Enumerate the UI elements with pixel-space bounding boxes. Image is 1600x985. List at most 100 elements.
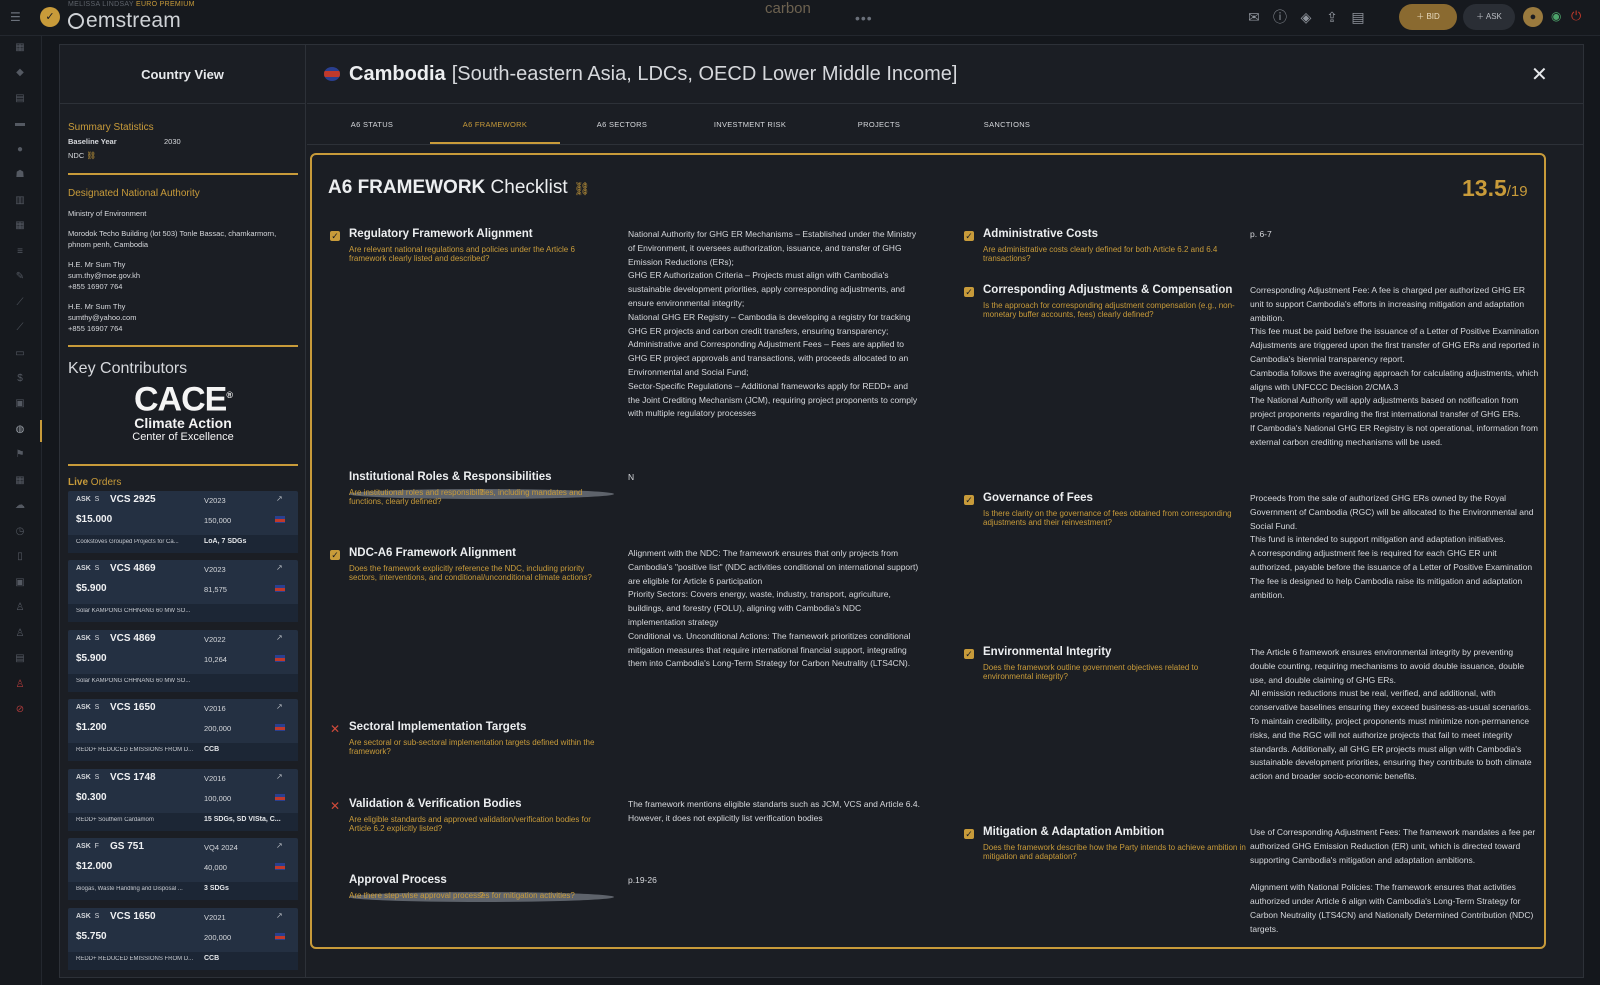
item-answer: p. 6-7	[1250, 229, 1272, 239]
dollar-icon[interactable]: $	[11, 373, 29, 387]
users-icon[interactable]: ☗	[11, 169, 29, 183]
connection-icon: ◉	[1551, 9, 1562, 23]
more-dots-icon[interactable]: •••	[855, 10, 873, 26]
folder-icon[interactable]: ▬	[11, 118, 29, 132]
order-card[interactable]: ASK S VCS 4869 V2022 ↗ $5.900 10,264 Solar KAM…	[68, 630, 298, 692]
runner-icon[interactable]: ♙	[11, 628, 29, 642]
order-side: ASK S	[76, 913, 99, 920]
order-trend-icon[interactable]: ↗	[276, 772, 283, 781]
tab-investment-risk[interactable]: INVESTMENT RISK	[685, 120, 815, 129]
trend-icon[interactable]: ⟋	[11, 322, 29, 336]
order-card[interactable]: ASK S VCS 4869 V2023 ↗ $5.900 81,575 Solar KAM…	[68, 560, 298, 622]
order-code: GS 751	[110, 841, 144, 852]
tab-a6-status[interactable]: A6 STATUS	[307, 120, 437, 129]
cloud-icon[interactable]: ☁	[11, 500, 29, 514]
order-side: ASK S	[76, 704, 99, 711]
upload-icon[interactable]: ⇪	[1323, 8, 1341, 26]
contact-email[interactable]: sum.thy@moe.gov.kh	[68, 270, 298, 281]
item-question: Are institutional roles and responsibili…	[349, 488, 583, 506]
brand-logo[interactable]: emstream	[68, 9, 181, 33]
report-icon[interactable]: ▣	[11, 398, 29, 412]
order-trend-icon[interactable]: ↗	[276, 702, 283, 711]
runner-red-icon[interactable]: ♙	[11, 679, 29, 693]
link-icon[interactable]: ⛓	[574, 181, 591, 196]
tab-a6-sectors[interactable]: A6 SECTORS	[557, 120, 687, 129]
order-code: VCS 2925	[110, 494, 156, 505]
order-tags: 3 SDGs	[204, 885, 229, 892]
order-price: $12.000	[76, 861, 113, 872]
order-ask: ASK	[76, 635, 91, 642]
order-card[interactable]: ASK S VCS 1650 V2021 ↗ $5.750 200,000 REDD+ RE…	[68, 908, 298, 970]
tab-sanctions[interactable]: SANCTIONS	[942, 120, 1072, 129]
inbox-icon[interactable]: ✉	[1245, 8, 1263, 26]
briefcase-icon[interactable]: ▭	[11, 348, 29, 362]
order-tags: 15 SDGs, SD VISta, C...	[204, 816, 281, 823]
item-question: Is the approach for corresponding adjust…	[983, 301, 1235, 319]
grid-icon[interactable]: ▦	[11, 42, 29, 56]
tag-icon[interactable]: ◆	[11, 67, 29, 81]
order-card[interactable]: ASK S VCS 2925 V2023 ↗ $15.000 150,000 Cooksto…	[68, 491, 298, 553]
order-trend-icon[interactable]: ↗	[276, 494, 283, 503]
country-view-modal: Country View Summary Statistics Baseline…	[59, 44, 1584, 978]
order-card[interactable]: ASK S VCS 1748 V2016 ↗ $0.300 100,000 REDD+ So…	[68, 769, 298, 831]
clipboard-icon[interactable]: ▤	[1349, 8, 1367, 26]
clock-icon[interactable]: ◷	[11, 526, 29, 540]
dna-contact-1: H.E. Mr Sum Thy sum.thy@moe.gov.kh +855 …	[68, 259, 298, 292]
file-icon[interactable]: ▯	[11, 551, 29, 565]
grid2-icon[interactable]: ▦	[11, 475, 29, 489]
order-description: REDD+ REDUCED EMISSIONS FROM D...	[76, 956, 194, 962]
ask-button[interactable]: ＋ ASK	[1463, 4, 1515, 30]
order-quantity: 40,000	[204, 863, 227, 872]
user-info: MELISSA LINDSAY EURO PREMIUM	[68, 1, 195, 8]
brand-name: emstream	[86, 9, 181, 32]
order-trend-icon[interactable]: ↗	[276, 563, 283, 572]
score-total: /19	[1506, 183, 1528, 200]
order-trend-icon[interactable]: ↗	[276, 841, 283, 850]
order-price: $5.750	[76, 931, 107, 942]
table-icon[interactable]: ▦	[11, 220, 29, 234]
order-trend-icon[interactable]: ↗	[276, 633, 283, 642]
box-icon[interactable]: ▤	[11, 653, 29, 667]
tag-icon[interactable]: ◈	[1297, 8, 1315, 26]
order-card[interactable]: ASK S VCS 1650 V2016 ↗ $1.200 200,000 REDD+ RE…	[68, 699, 298, 761]
order-tags: LoA, 7 SDGs	[204, 538, 247, 545]
alert-icon[interactable]: ⊘	[11, 704, 29, 718]
order-side: ASK S	[76, 774, 99, 781]
chart-icon[interactable]: ⟋	[11, 297, 29, 311]
close-icon[interactable]: ✕	[1531, 62, 1548, 87]
info-icon[interactable]: ⓘ	[1271, 8, 1289, 26]
bank-icon[interactable]: ▥	[11, 195, 29, 209]
wrench-icon[interactable]: ✎	[11, 271, 29, 285]
order-card[interactable]: ASK F GS 751 VQ4 2024 ↗ $12.000 40,000 Biogas,…	[68, 838, 298, 900]
power-icon[interactable]: ⏻	[1571, 8, 1581, 24]
center-title: carbon	[765, 0, 811, 17]
printer-icon[interactable]: ▣	[11, 577, 29, 591]
figure-icon[interactable]: ♙	[11, 602, 29, 616]
live-word: Live	[68, 477, 89, 488]
app-logo-icon[interactable]: ✓	[40, 7, 60, 27]
avatar[interactable]: ●	[1523, 7, 1543, 27]
order-code: VCS 4869	[110, 633, 156, 644]
order-trend-icon[interactable]: ↗	[276, 911, 283, 920]
info-icon[interactable]: ●	[11, 144, 29, 158]
dna-address: Morodok Techo Building (lot 503) Tonle B…	[68, 229, 277, 249]
contact-email[interactable]: sumthy@yahoo.com	[68, 312, 298, 323]
ndc-label: NDC	[68, 151, 85, 160]
bid-button[interactable]: ＋ BID	[1399, 4, 1457, 30]
flag-icon[interactable]: ⚑	[11, 449, 29, 463]
item-question: Are eligible standards and approved vali…	[349, 815, 591, 833]
tab-bar: A6 STATUS A6 FRAMEWORK A6 SECTORS INVEST…	[307, 105, 1583, 145]
order-description: Biogas, Waste Handling and Disposal ...	[76, 886, 183, 892]
divider	[68, 464, 298, 466]
list-icon[interactable]: ≡	[11, 246, 29, 260]
item-answer: The Article 6 framework ensures environm…	[1250, 647, 1532, 782]
checklist-card: A6 FRAMEWORK Checklist ⛓ 13.5/19 ✓ Regulat…	[310, 153, 1546, 949]
tab-projects[interactable]: PROJECTS	[814, 120, 944, 129]
live-orders-title: Live Orders	[68, 477, 121, 488]
doc-icon[interactable]: ▤	[11, 93, 29, 107]
globe-icon[interactable]: ◍	[11, 424, 29, 438]
tab-a6-framework[interactable]: A6 FRAMEWORK	[430, 120, 560, 129]
ndc-link-icon[interactable]: ⛓	[86, 151, 96, 160]
hamburger-menu-icon[interactable]: ☰	[10, 10, 22, 24]
item-answer: Use of Corresponding Adjustment Fees: Th…	[1250, 827, 1536, 934]
